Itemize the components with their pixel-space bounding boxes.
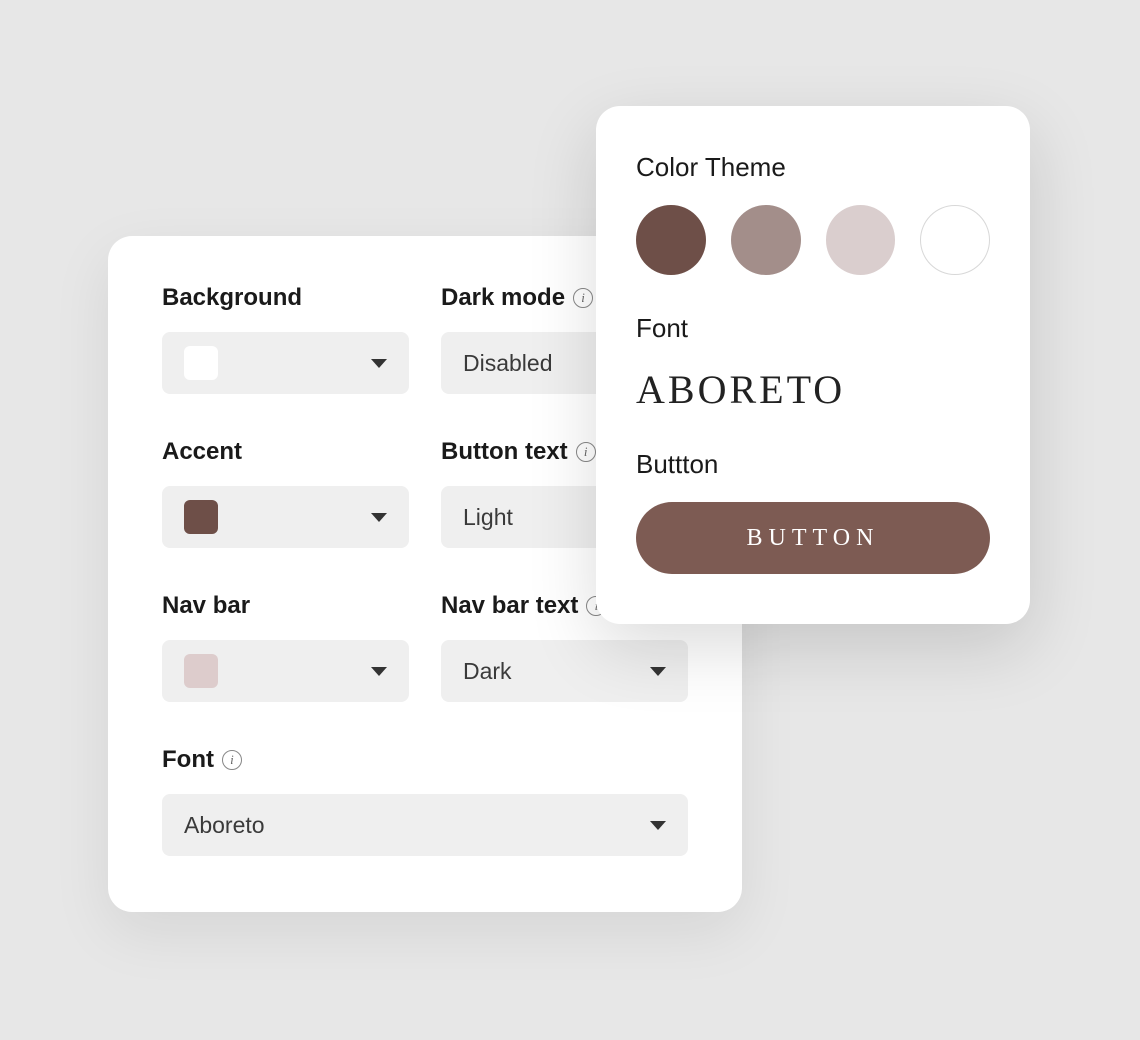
info-icon[interactable]: i (222, 750, 242, 770)
accent-field: Accent (162, 438, 409, 548)
theme-swatch-row (636, 205, 990, 275)
settings-row: Font i Aboreto (162, 746, 688, 856)
accent-dropdown[interactable] (162, 486, 409, 548)
label-text: Nav bar text (441, 592, 578, 620)
font-field: Font i Aboreto (162, 746, 688, 856)
chevron-down-icon (371, 359, 387, 368)
nav-bar-dropdown[interactable] (162, 640, 409, 702)
preview-button[interactable]: Button (636, 502, 990, 574)
background-swatch (184, 346, 218, 380)
chevron-down-icon (650, 821, 666, 830)
label-text: Background (162, 284, 302, 312)
dropdown-value: Disabled (463, 350, 553, 377)
font-preview: Aboreto (636, 366, 990, 413)
background-label: Background (162, 284, 409, 312)
dropdown-value: Aboreto (184, 812, 265, 839)
theme-swatch[interactable] (636, 205, 706, 275)
nav-bar-field: Nav bar (162, 592, 409, 702)
chevron-down-icon (650, 667, 666, 676)
label-text: Dark mode (441, 284, 565, 312)
font-dropdown[interactable]: Aboreto (162, 794, 688, 856)
font-label: Font i (162, 746, 688, 774)
accent-swatch (184, 500, 218, 534)
label-text: Accent (162, 438, 242, 466)
chevron-down-icon (371, 667, 387, 676)
background-field: Background (162, 284, 409, 394)
chevron-down-icon (371, 513, 387, 522)
theme-swatch[interactable] (920, 205, 990, 275)
info-icon[interactable]: i (573, 288, 593, 308)
theme-swatch[interactable] (731, 205, 801, 275)
background-dropdown[interactable] (162, 332, 409, 394)
info-icon[interactable]: i (576, 442, 596, 462)
font-heading: Font (636, 313, 990, 344)
dropdown-value: Dark (463, 658, 512, 685)
label-text: Button text (441, 438, 568, 466)
nav-bar-label: Nav bar (162, 592, 409, 620)
nav-bar-swatch (184, 654, 218, 688)
button-heading: Buttton (636, 449, 990, 480)
preview-panel: Color Theme Font Aboreto Buttton Button (596, 106, 1030, 624)
accent-label: Accent (162, 438, 409, 466)
nav-bar-text-dropdown[interactable]: Dark (441, 640, 688, 702)
color-theme-heading: Color Theme (636, 152, 990, 183)
label-text: Font (162, 746, 214, 774)
theme-swatch[interactable] (826, 205, 896, 275)
dropdown-value: Light (463, 504, 513, 531)
label-text: Nav bar (162, 592, 250, 620)
